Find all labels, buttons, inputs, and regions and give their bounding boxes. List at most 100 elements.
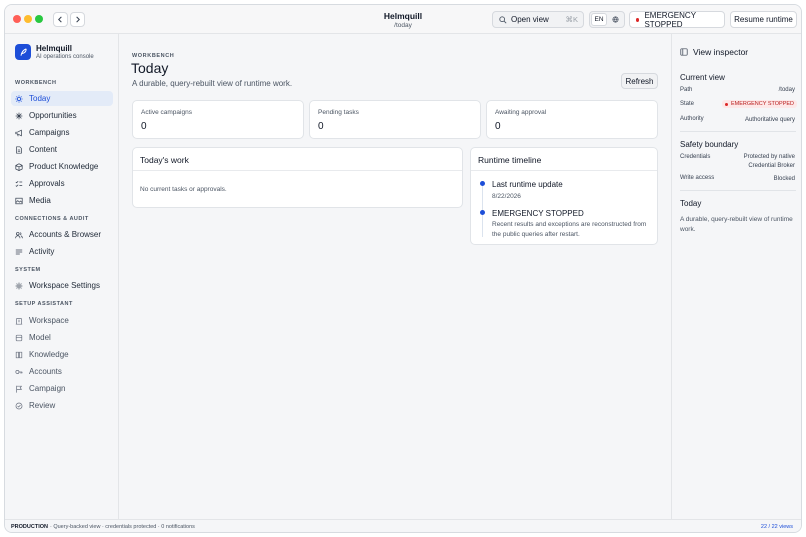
open-view-label: Open view xyxy=(511,15,549,24)
sidebar-item-label: Review xyxy=(29,401,56,410)
timeline-dot xyxy=(480,210,485,215)
sidebar-item-content[interactable]: Content xyxy=(11,142,113,157)
main-content: WORKBENCH Today A durable, query-rebuilt… xyxy=(119,34,671,519)
globe-icon xyxy=(612,16,619,23)
sidebar-item-label: Accounts & Browser xyxy=(29,230,102,239)
brand-subtitle: AI operations console xyxy=(36,54,94,60)
status-text: · Query-backed view · credentials protec… xyxy=(49,524,195,530)
search-icon xyxy=(499,15,507,24)
image-icon xyxy=(15,197,23,204)
check-circle-icon xyxy=(15,402,23,409)
open-view-button[interactable]: Open view ⌘K xyxy=(492,11,584,28)
emergency-label: EMERGENCY STOPPED xyxy=(644,10,696,29)
sidebar-item-approvals[interactable]: Approvals xyxy=(11,176,113,191)
divider xyxy=(680,190,796,191)
stat-card-active-campaigns: Active campaigns 0 xyxy=(132,100,304,139)
inspector-header: View inspector xyxy=(680,47,748,57)
sidebar-item-setup-knowledge[interactable]: Knowledge xyxy=(11,347,113,362)
path-key: Path xyxy=(680,87,693,93)
sidebar-item-accounts-browser[interactable]: Accounts & Browser xyxy=(11,227,113,242)
brand-name: Helmquill xyxy=(36,44,73,53)
emergency-status-button[interactable]: EMERGENCY STOPPED xyxy=(629,10,725,29)
inspector-title: View inspector xyxy=(693,47,749,57)
page-description: A durable, query-rebuilt view of runtime… xyxy=(132,79,293,88)
sidebar-item-label: Workspace Settings xyxy=(29,281,100,290)
status-bar: PRODUCTION · Query-backed view · credent… xyxy=(5,519,801,532)
open-view-shortcut: ⌘K xyxy=(565,15,578,24)
sun-icon xyxy=(15,94,23,103)
stat-value: 0 xyxy=(495,121,501,132)
stat-card-pending-tasks: Pending tasks 0 xyxy=(309,100,481,139)
inspector-today-description: A durable, query-rebuilt view of runtime… xyxy=(680,216,793,233)
list-icon xyxy=(15,249,23,254)
sidebar-item-label: Opportunities xyxy=(29,111,77,120)
sidebar-item-setup-campaign[interactable]: Campaign xyxy=(11,381,113,396)
megaphone-icon xyxy=(15,129,22,136)
sidebar: Helmquill AI operations console WORKBENC… xyxy=(5,34,119,519)
resume-runtime-button[interactable]: Resume runtime xyxy=(730,11,797,28)
brand-logo xyxy=(15,44,31,60)
timeline-item-title: Last runtime update xyxy=(492,180,563,189)
flag-icon xyxy=(16,385,23,393)
page-title: Today xyxy=(131,60,169,76)
sidebar-item-label: Product Knowledge xyxy=(29,162,99,171)
app-window: Helmquill /today Open view ⌘K EN EMERGEN… xyxy=(4,4,802,533)
safety-boundary-title: Safety boundary xyxy=(680,140,739,149)
view-inspector: View inspector Current view Path /today … xyxy=(671,34,801,519)
section-label-system: SYSTEM xyxy=(15,267,41,273)
divider xyxy=(680,131,796,132)
panel-icon xyxy=(680,48,688,56)
write-access-key: Write access xyxy=(680,175,715,181)
todays-work-title: Today's work xyxy=(133,148,462,171)
titlebar: Helmquill /today Open view ⌘K EN EMERGEN… xyxy=(5,5,801,34)
current-view-title: Current view xyxy=(680,73,725,82)
stat-label: Active campaigns xyxy=(141,109,192,116)
stat-label: Awaiting approval xyxy=(495,109,547,116)
sidebar-item-setup-accounts[interactable]: Accounts xyxy=(11,364,113,379)
sidebar-item-setup-review[interactable]: Review xyxy=(11,398,113,413)
sidebar-item-activity[interactable]: Activity xyxy=(11,244,113,259)
building-icon xyxy=(15,317,23,325)
timeline-dot xyxy=(480,181,485,186)
sidebar-item-product-knowledge[interactable]: Product Knowledge xyxy=(11,159,113,174)
stat-value: 0 xyxy=(318,121,324,132)
sidebar-item-label: Media xyxy=(29,196,51,205)
sidebar-item-workspace-settings[interactable]: Workspace Settings xyxy=(11,278,113,293)
section-label-setup: SETUP ASSISTANT xyxy=(15,301,73,307)
sidebar-item-label: Campaigns xyxy=(29,128,70,137)
sidebar-item-opportunities[interactable]: Opportunities xyxy=(11,108,113,123)
key-icon xyxy=(15,369,23,374)
sidebar-item-label: Model xyxy=(29,333,51,342)
cube-icon xyxy=(15,334,23,341)
runtime-timeline-card: Runtime timeline Last runtime update 8/2… xyxy=(470,147,658,245)
state-value: EMERGENCY STOPPED xyxy=(730,101,794,107)
environment-label: PRODUCTION xyxy=(11,524,48,530)
sidebar-item-setup-workspace[interactable]: Workspace xyxy=(11,313,113,328)
sidebar-item-campaigns[interactable]: Campaigns xyxy=(11,125,113,140)
book-icon xyxy=(15,351,23,358)
document-icon xyxy=(16,145,22,154)
lang-en-button[interactable]: EN xyxy=(591,13,608,26)
sidebar-item-media[interactable]: Media xyxy=(11,193,113,208)
authority-value: Authoritative query xyxy=(744,117,795,123)
users-icon xyxy=(15,231,23,238)
views-count[interactable]: 22 / 22 views xyxy=(761,524,793,530)
page-eyebrow: WORKBENCH xyxy=(132,53,175,59)
inspector-today-title: Today xyxy=(680,199,702,208)
state-badge: EMERGENCY STOPPED xyxy=(721,100,797,108)
lang-globe-button[interactable] xyxy=(607,13,623,26)
sidebar-item-label: Activity xyxy=(29,247,55,256)
status-dot-icon xyxy=(724,102,728,106)
sidebar-item-label: Content xyxy=(29,145,58,154)
sidebar-item-label: Approvals xyxy=(29,179,65,188)
sidebar-item-today[interactable]: Today xyxy=(11,91,113,106)
refresh-button[interactable]: Refresh xyxy=(621,73,658,89)
sidebar-item-setup-model[interactable]: Model xyxy=(11,330,113,345)
gear-icon xyxy=(15,282,23,289)
sidebar-item-label: Knowledge xyxy=(29,350,69,359)
credentials-value: Protected by native Credential Broker xyxy=(743,154,795,169)
quill-icon xyxy=(19,47,27,56)
todays-work-card: Today's work No current tasks or approva… xyxy=(132,147,463,208)
stat-card-awaiting-approval: Awaiting approval 0 xyxy=(486,100,658,139)
stat-value: 0 xyxy=(141,121,147,132)
